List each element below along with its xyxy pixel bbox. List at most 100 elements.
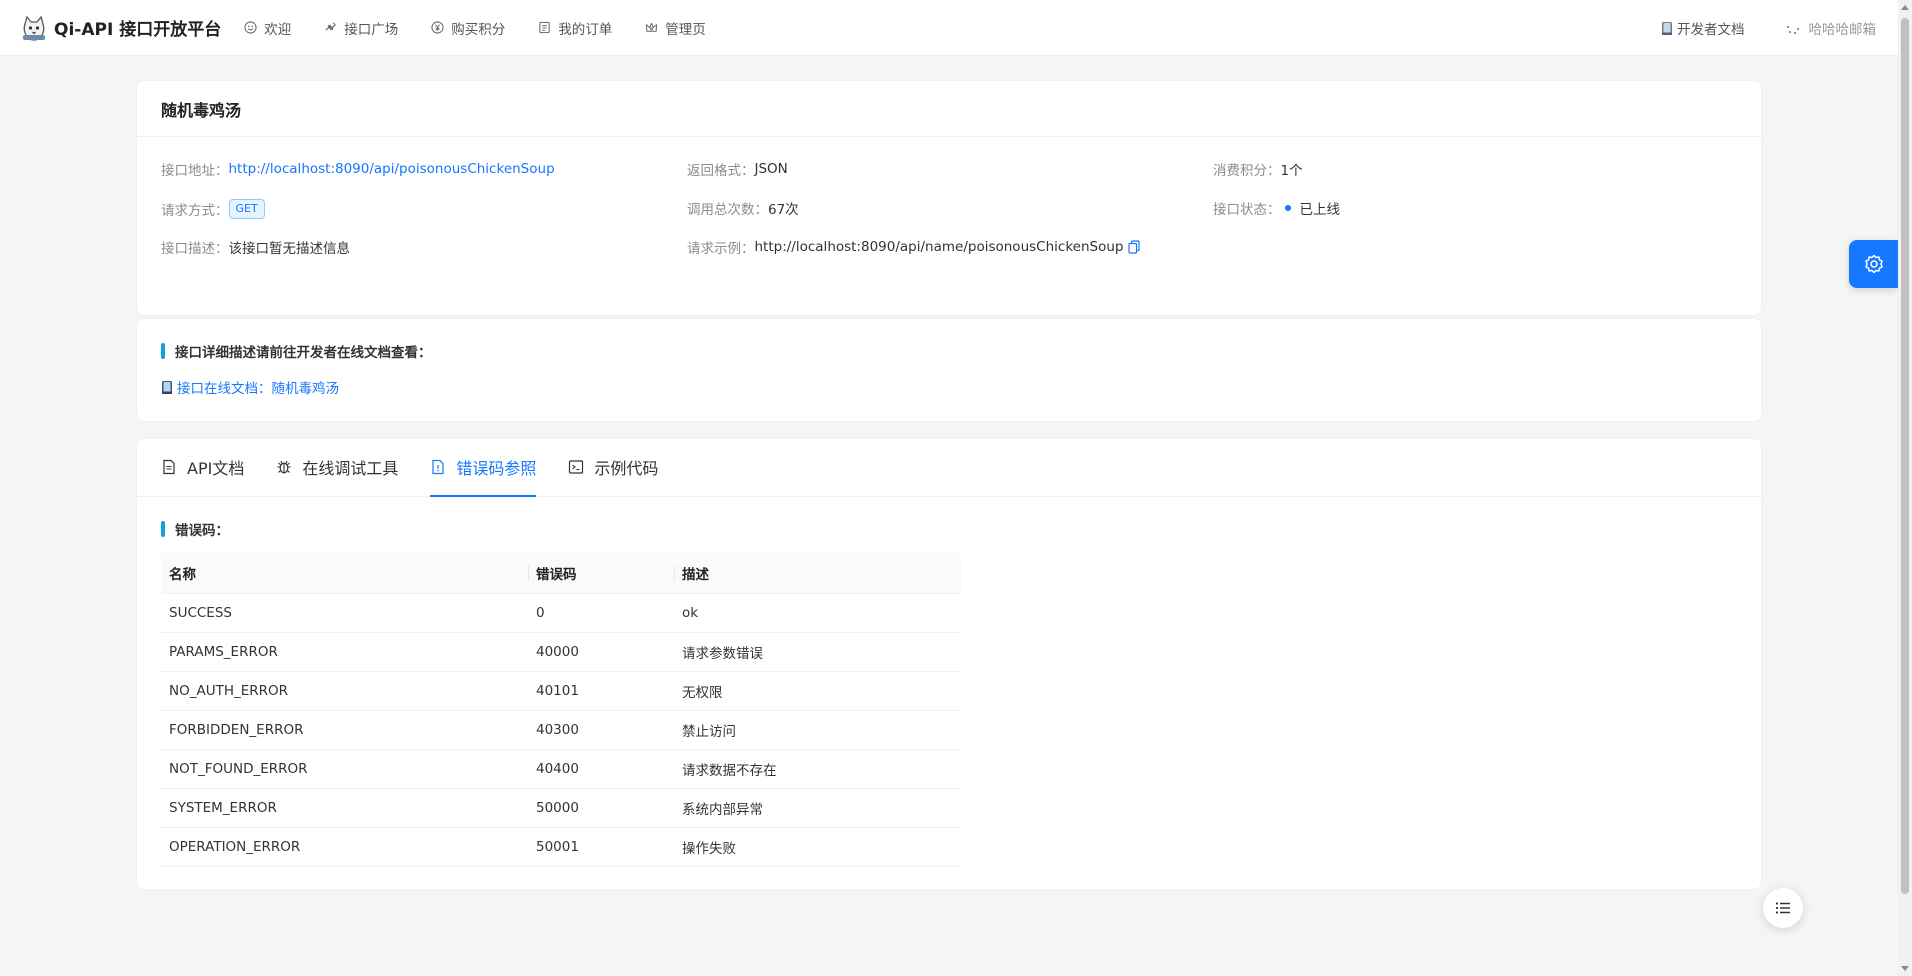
error-code-cell: 50001 — [528, 827, 674, 867]
table-row: FORBIDDEN_ERROR 40300 禁止访问 — [161, 710, 961, 750]
scrollbar-thumb[interactable] — [1901, 18, 1909, 894]
nav-item-my-orders[interactable]: 我的订单 — [537, 18, 612, 38]
tab-api-docs[interactable]: API文档 — [161, 438, 244, 496]
request-method-item: 请求方式： GET — [161, 199, 265, 219]
user-menu[interactable]: 哈哈哈邮箱 — [1785, 18, 1877, 38]
scroll-up-arrow-icon[interactable] — [1901, 5, 1909, 10]
error-desc-cell: 禁止访问 — [674, 710, 961, 750]
error-name-cell: SYSTEM_ERROR — [161, 788, 528, 828]
error-desc-cell: 系统内部异常 — [674, 788, 961, 828]
username: 哈哈哈邮箱 — [1808, 22, 1877, 38]
online-docs-card: 接口详细描述请前往开发者在线文档查看： 接口在线文档：随机毒鸡汤 — [136, 318, 1762, 422]
copy-icon[interactable] — [1128, 240, 1141, 254]
top-navbar: Qi-API 接口开放平台 欢迎 接口广场 购买积分 我的订单 管理页 开发者文… — [0, 0, 1898, 56]
api-desc-value: 该接口暂无描述信息 — [228, 241, 351, 257]
developer-docs-link[interactable]: 开发者文档 — [1661, 18, 1745, 38]
logo[interactable]: Qi-API 接口开放平台 — [20, 14, 243, 42]
api-status-value: 已上线 — [1299, 202, 1341, 218]
tab-debug-tool[interactable]: 在线调试工具 — [276, 438, 398, 496]
return-format-item: 返回格式： JSON — [687, 159, 788, 179]
error-name-cell: PARAMS_ERROR — [161, 632, 528, 672]
nav-item-admin[interactable]: 管理页 — [644, 18, 706, 38]
error-name-cell: OPERATION_ERROR — [161, 827, 528, 867]
table-row: OPERATION_ERROR 50001 操作失败 — [161, 827, 961, 867]
scroll-down-arrow-icon[interactable] — [1901, 966, 1909, 971]
app-title: Qi-API 接口开放平台 — [54, 20, 222, 40]
api-name-title: 随机毒鸡汤 — [161, 100, 242, 120]
tab-error-codes[interactable]: 错误码参照 — [430, 438, 537, 497]
api-tabs-card: API文档 在线调试工具 错误码参照 示例代码 错误码： 名称 错误码 描述 S… — [136, 438, 1762, 890]
table-row: NOT_FOUND_ERROR 40400 请求数据不存在 — [161, 749, 961, 789]
nav-label: 接口广场 — [344, 21, 399, 38]
book-icon — [1661, 21, 1673, 36]
return-format-value: JSON — [754, 161, 788, 177]
total-calls-item: 调用总次数： 67次 — [687, 198, 799, 218]
nav-label: 我的订单 — [558, 21, 613, 38]
float-list-button[interactable] — [1763, 888, 1803, 928]
error-code-cell: 40000 — [528, 632, 674, 672]
error-name-cell: SUCCESS — [161, 593, 528, 633]
column-header-description: 描述 — [674, 553, 961, 594]
section-accent-bar — [161, 343, 165, 359]
error-code-section-title: 错误码： — [161, 519, 229, 539]
tab-label: 在线调试工具 — [302, 459, 399, 478]
column-header-name: 名称 — [161, 553, 528, 594]
settings-drawer-button[interactable] — [1849, 240, 1898, 288]
request-example-label: 请求示例： — [687, 241, 755, 257]
error-code-cell: 0 — [528, 593, 674, 633]
bug-icon — [276, 459, 292, 475]
nav-label: 购买积分 — [451, 21, 506, 38]
online-docs-link[interactable]: 接口在线文档：随机毒鸡汤 — [161, 377, 339, 397]
tab-label: 错误码参照 — [456, 459, 537, 478]
table-row: SUCCESS 0 ok — [161, 593, 961, 633]
error-desc-cell: 请求参数错误 — [674, 632, 961, 672]
cost-label: 消费积分： — [1213, 163, 1281, 179]
page-scrollbar[interactable] — [1898, 0, 1912, 976]
error-desc-cell: 请求数据不存在 — [674, 749, 961, 789]
error-name-cell: NOT_FOUND_ERROR — [161, 749, 528, 789]
request-example-item: 请求示例： http://localhost:8090/api/name/poi… — [687, 237, 1141, 257]
nav-item-welcome[interactable]: 欢迎 — [243, 18, 291, 38]
header-right: 开发者文档 哈哈哈邮箱 — [1661, 0, 1898, 56]
api-desc-item: 接口描述： 该接口暂无描述信息 — [161, 237, 350, 257]
error-name-cell: NO_AUTH_ERROR — [161, 671, 528, 711]
nav-item-api-square[interactable]: 接口广场 — [323, 18, 398, 38]
nav-label: 管理页 — [665, 21, 706, 38]
nav-item-buy-points[interactable]: 购买积分 — [430, 18, 505, 38]
tab-label: 示例代码 — [594, 459, 659, 478]
status-dot-icon — [1284, 205, 1291, 211]
table-row: PARAMS_ERROR 40000 请求参数错误 — [161, 632, 961, 672]
file-exclamation-icon — [430, 459, 446, 475]
api-address-item: 接口地址： http://localhost:8090/api/poisonou… — [161, 159, 555, 179]
loading-spinner-icon — [1785, 20, 1801, 36]
total-calls-label: 调用总次数： — [687, 202, 768, 218]
online-docs-link-text: 接口在线文档：随机毒鸡汤 — [177, 381, 339, 397]
book-icon — [161, 380, 173, 395]
return-format-label: 返回格式： — [687, 163, 755, 179]
api-address-link[interactable]: http://localhost:8090/api/poisonousChick… — [229, 161, 555, 177]
error-code-cell: 40400 — [528, 749, 674, 789]
main-nav: 欢迎 接口广场 购买积分 我的订单 管理页 — [243, 18, 738, 38]
error-code-cell: 40101 — [528, 671, 674, 711]
request-example-value: http://localhost:8090/api/name/poisonous… — [754, 239, 1124, 255]
docs-section-title: 接口详细描述请前往开发者在线文档查看： — [161, 341, 432, 361]
api-description-list: 接口地址： http://localhost:8090/api/poisonou… — [137, 137, 1761, 297]
tab-bar: API文档 在线调试工具 错误码参照 示例代码 — [137, 439, 1761, 497]
error-code-table: 名称 错误码 描述 SUCCESS 0 ok PARAMS_ERROR 4000… — [161, 553, 961, 867]
api-desc-label: 接口描述： — [161, 241, 229, 257]
error-code-title-text: 错误码： — [175, 523, 229, 539]
developer-docs-label: 开发者文档 — [1677, 22, 1745, 38]
api-status-label: 接口状态： — [1213, 202, 1281, 218]
api-address-label: 接口地址： — [161, 163, 229, 179]
api-status-item: 接口状态： 已上线 — [1213, 198, 1340, 218]
error-name-cell: FORBIDDEN_ERROR — [161, 710, 528, 750]
request-method-label: 请求方式： — [161, 203, 229, 219]
tab-sample-code[interactable]: 示例代码 — [568, 438, 658, 496]
column-header-code: 错误码 — [528, 553, 674, 594]
error-code-cell: 40300 — [528, 710, 674, 750]
table-row: NO_AUTH_ERROR 40101 无权限 — [161, 671, 961, 711]
cat-logo-icon — [20, 14, 48, 42]
total-calls-value: 67次 — [768, 202, 799, 218]
table-header-row: 名称 错误码 描述 — [161, 553, 961, 594]
error-desc-cell: ok — [674, 593, 961, 633]
